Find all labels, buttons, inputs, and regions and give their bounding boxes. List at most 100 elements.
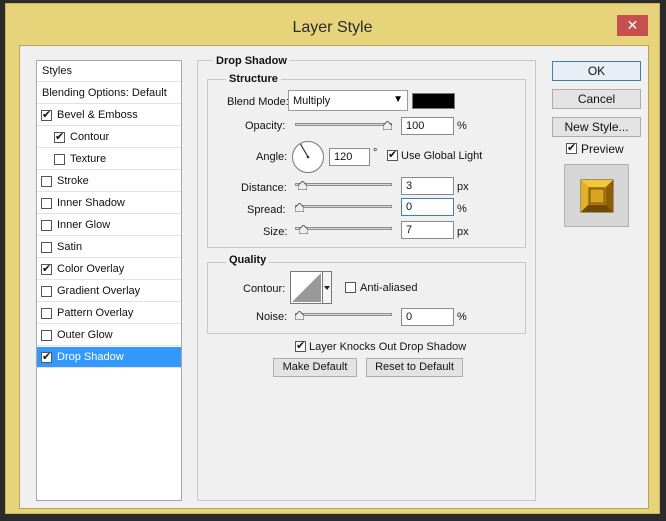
- noise-input[interactable]: 0: [401, 308, 454, 326]
- sidebar-item[interactable]: Texture: [37, 149, 181, 170]
- sidebar-item-label: Blending Options: Default: [42, 87, 167, 99]
- sidebar-item-label: Color Overlay: [57, 263, 125, 275]
- opacity-input[interactable]: 100: [401, 117, 454, 135]
- sidebar-item-checkbox[interactable]: [41, 308, 52, 319]
- distance-input[interactable]: 3: [401, 177, 454, 195]
- dialog-client: Styles Blending Options: Default ✔ Bevel & …: [19, 45, 649, 509]
- knocks-out-label: Layer Knocks Out Drop Shadow: [309, 341, 467, 353]
- noise-unit: %: [457, 311, 467, 323]
- sidebar-item-label: Stroke: [57, 175, 89, 187]
- sidebar-item[interactable]: ✔ Contour: [37, 127, 181, 148]
- sidebar-item-label: Outer Glow: [57, 329, 113, 341]
- styles-sidebar: Styles Blending Options: Default ✔ Bevel & …: [36, 60, 182, 501]
- anti-aliased-checkbox[interactable]: [345, 282, 356, 293]
- sidebar-item-checkbox[interactable]: [41, 286, 52, 297]
- layer-style-window: Layer Style ✕ Styles Blending Options: De…: [5, 3, 660, 514]
- sidebar-item-checkbox[interactable]: [41, 220, 52, 231]
- sidebar-item-checkbox[interactable]: [41, 176, 52, 187]
- window-title: Layer Style: [292, 19, 373, 36]
- sidebar-item-label: Styles: [42, 65, 72, 77]
- sidebar-item-checkbox[interactable]: ✔: [54, 132, 65, 143]
- size-unit: px: [457, 226, 469, 238]
- anti-aliased-label: Anti-aliased: [360, 282, 418, 294]
- sidebar-item[interactable]: ✔ Color Overlay: [37, 259, 181, 280]
- drop-shadow-title: Drop Shadow: [213, 55, 290, 67]
- noise-slider-track[interactable]: [295, 313, 392, 316]
- sidebar-item-label: Inner Glow: [57, 219, 111, 231]
- chevron-down-icon: ▼: [393, 94, 403, 105]
- sidebar-item-label: Gradient Overlay: [57, 285, 141, 297]
- distance-unit: px: [457, 181, 469, 193]
- sidebar-item-checkbox[interactable]: [54, 154, 65, 165]
- distance-slider-thumb[interactable]: [297, 181, 307, 190]
- opacity-slider-track[interactable]: [295, 123, 392, 126]
- new-style-button[interactable]: New Style...: [552, 117, 641, 137]
- distance-label: Distance:: [241, 182, 287, 194]
- degree-unit: °: [373, 147, 378, 159]
- preview-swatch-image: [580, 179, 614, 213]
- ok-button[interactable]: OK: [552, 61, 641, 81]
- spread-unit: %: [457, 203, 467, 215]
- opacity-slider-thumb[interactable]: [383, 121, 392, 130]
- sidebar-item[interactable]: Inner Glow: [37, 215, 181, 236]
- preview-checkbox[interactable]: ✔: [566, 143, 577, 154]
- sidebar-item-label: Contour: [70, 131, 110, 143]
- cancel-button[interactable]: Cancel: [552, 89, 641, 109]
- size-slider-track[interactable]: [295, 227, 392, 230]
- preview-thumbnail: [564, 164, 629, 227]
- sidebar-item[interactable]: Pattern Overlay: [37, 303, 181, 324]
- sidebar-item-label: Satin: [57, 241, 83, 253]
- sidebar-item-label: Pattern Overlay: [57, 307, 134, 319]
- make-default-button[interactable]: Make Default: [273, 358, 357, 377]
- angle-input[interactable]: 120: [329, 148, 370, 166]
- noise-label: Noise:: [256, 311, 288, 323]
- sidebar-item-checkbox[interactable]: [41, 330, 52, 341]
- blend-mode-value: Multiply: [293, 95, 331, 107]
- sidebar-item[interactable]: Satin: [37, 237, 181, 258]
- sidebar-item[interactable]: Outer Glow: [37, 325, 181, 346]
- structure-title: Structure: [226, 73, 281, 85]
- reset-to-default-button[interactable]: Reset to Default: [366, 358, 463, 377]
- blend-mode-select[interactable]: Multiply ▼: [288, 90, 408, 111]
- sidebar-item[interactable]: ✔ Drop Shadow: [37, 347, 181, 368]
- distance-slider-track[interactable]: [295, 183, 392, 186]
- use-global-light-label: Use Global Light: [401, 150, 483, 162]
- sidebar-item-checkbox[interactable]: [41, 198, 52, 209]
- sidebar-item[interactable]: Inner Shadow: [37, 193, 181, 214]
- sidebar-item[interactable]: Gradient Overlay: [37, 281, 181, 302]
- spread-label: Spread:: [247, 204, 286, 216]
- size-input[interactable]: 7: [401, 221, 454, 239]
- spread-input[interactable]: 0: [401, 198, 454, 216]
- sidebar-item[interactable]: Stroke: [37, 171, 181, 192]
- sidebar-item[interactable]: ✔ Bevel & Emboss: [37, 105, 181, 126]
- sidebar-item-checkbox[interactable]: [41, 242, 52, 253]
- shadow-color-swatch[interactable]: [412, 93, 455, 109]
- sidebar-item-checkbox[interactable]: ✔: [41, 110, 52, 121]
- sidebar-item-label: Inner Shadow: [57, 197, 125, 209]
- opacity-label: Opacity:: [245, 120, 286, 132]
- angle-label: Angle:: [256, 151, 288, 163]
- opacity-unit: %: [457, 120, 467, 132]
- quality-group: [207, 262, 526, 334]
- sidebar-item[interactable]: Blending Options: Default: [37, 83, 181, 104]
- use-global-light-checkbox[interactable]: ✔: [387, 150, 398, 161]
- sidebar-item[interactable]: Styles: [37, 61, 181, 82]
- contour-label: Contour:: [243, 283, 286, 295]
- size-slider-thumb[interactable]: [299, 225, 309, 234]
- sidebar-item-label: Bevel & Emboss: [57, 109, 138, 121]
- size-label: Size:: [263, 226, 288, 238]
- sidebar-item-label: Drop Shadow: [57, 351, 124, 363]
- preview-label: Preview: [581, 142, 624, 156]
- knocks-out-checkbox[interactable]: ✔: [295, 341, 306, 352]
- sidebar-item-checkbox[interactable]: ✔: [41, 264, 52, 275]
- sidebar-item-checkbox[interactable]: ✔: [41, 352, 52, 363]
- contour-picker[interactable]: [290, 271, 332, 304]
- sidebar-item-label: Texture: [70, 153, 107, 165]
- close-button[interactable]: ✕: [617, 15, 648, 36]
- angle-dial[interactable]: [291, 140, 325, 174]
- quality-title: Quality: [226, 254, 270, 266]
- spread-slider-thumb[interactable]: [295, 203, 304, 212]
- spread-slider-track[interactable]: [295, 205, 392, 208]
- blend-mode-label: Blend Mode:: [227, 96, 289, 108]
- noise-slider-thumb[interactable]: [295, 311, 304, 320]
